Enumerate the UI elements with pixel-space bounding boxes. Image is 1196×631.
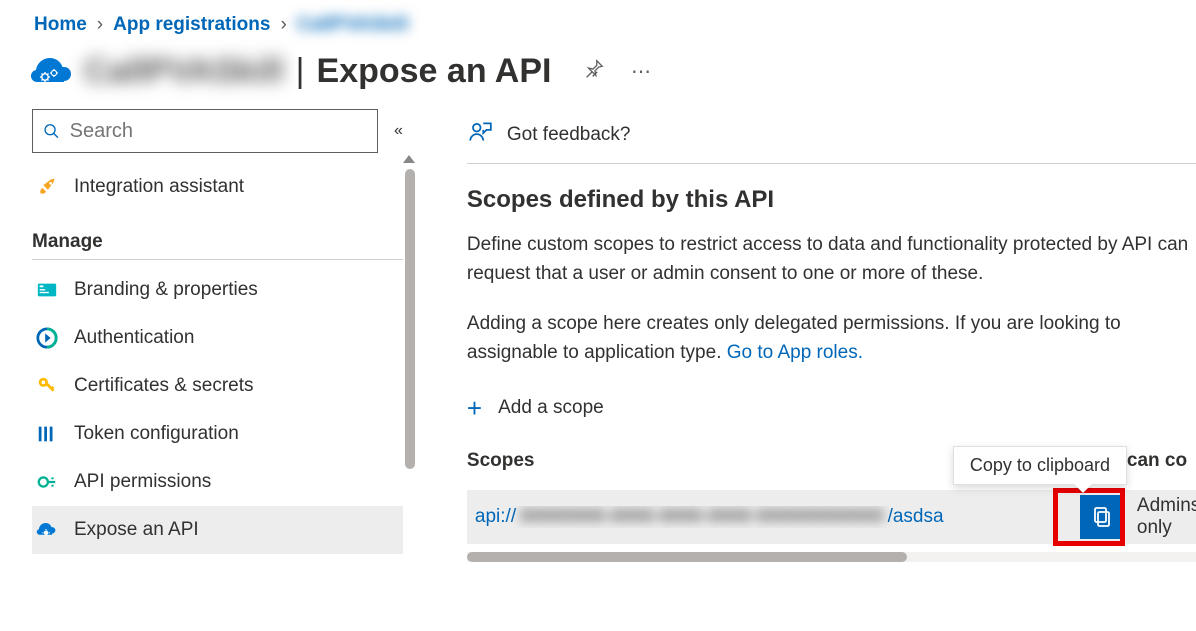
scope-uri-link[interactable]: api:// 00000000-0000-0000-0000-000000000… xyxy=(467,506,1067,528)
add-scope-button[interactable]: + Add a scope xyxy=(467,388,1196,428)
breadcrumb: Home › App registrations › CallPVASkill xyxy=(0,0,1196,44)
expose-api-icon xyxy=(36,519,58,541)
breadcrumb-home[interactable]: Home xyxy=(34,14,87,36)
api-permissions-icon xyxy=(36,471,58,493)
nav-integration-assistant[interactable]: Integration assistant xyxy=(32,163,403,211)
feedback-icon xyxy=(467,119,493,151)
scope-row[interactable]: api:// 00000000-0000-0000-0000-000000000… xyxy=(467,490,1196,544)
divider xyxy=(467,163,1196,164)
feedback-label: Got feedback? xyxy=(507,124,631,146)
scroll-up-arrow-icon[interactable] xyxy=(403,155,415,163)
copy-tooltip: Copy to clipboard xyxy=(953,446,1127,485)
sidebar: « Integration assistant Manage Branding … xyxy=(0,109,423,562)
title-separator: | xyxy=(292,52,309,91)
nav-token-config[interactable]: Token configuration xyxy=(32,410,403,458)
scopes-description-2: Adding a scope here creates only delegat… xyxy=(467,309,1196,368)
nav-authentication[interactable]: Authentication xyxy=(32,314,403,362)
sidebar-scrollbar[interactable] xyxy=(405,169,415,609)
add-scope-label: Add a scope xyxy=(498,397,604,419)
nav-label: Certificates & secrets xyxy=(74,375,254,397)
scrollbar-thumb[interactable] xyxy=(405,169,415,469)
nav-label: API permissions xyxy=(74,471,211,493)
key-icon xyxy=(36,375,58,397)
horizontal-scrollbar[interactable] xyxy=(467,552,1196,562)
uri-guid: 00000000-0000-0000-0000-000000000000 xyxy=(520,506,883,528)
chevron-right-icon: › xyxy=(97,14,103,36)
search-input[interactable] xyxy=(68,119,367,144)
nav-branding[interactable]: Branding & properties xyxy=(32,266,403,314)
nav-label: Token configuration xyxy=(74,423,239,445)
breadcrumb-current[interactable]: CallPVASkill xyxy=(297,14,409,36)
cloud-gear-icon xyxy=(30,57,70,87)
nav-label: Authentication xyxy=(74,327,194,349)
copy-icon xyxy=(1090,505,1114,529)
search-input-wrapper[interactable] xyxy=(32,109,378,153)
copy-to-clipboard-button[interactable] xyxy=(1080,495,1124,539)
manage-heading: Manage xyxy=(32,231,403,253)
chevron-right-icon: › xyxy=(280,14,286,36)
feedback-button[interactable]: Got feedback? xyxy=(467,115,1196,155)
more-icon[interactable]: ⋯ xyxy=(631,59,651,84)
branding-icon xyxy=(36,279,58,301)
nav-label: Branding & properties xyxy=(74,279,258,301)
collapse-sidebar-icon[interactable]: « xyxy=(394,122,403,140)
page-header: CallPVASkill | Expose an API xyxy=(0,44,1196,109)
main-content: Got feedback? Scopes defined by this API… xyxy=(423,109,1196,562)
authentication-icon xyxy=(36,327,58,349)
breadcrumb-app-registrations[interactable]: App registrations xyxy=(113,14,270,36)
scrollbar-thumb[interactable] xyxy=(467,552,907,562)
page-title: Expose an API xyxy=(317,52,552,91)
header-app-name: CallPVASkill xyxy=(84,52,284,91)
pin-icon[interactable] xyxy=(583,58,611,86)
nav-certificates[interactable]: Certificates & secrets xyxy=(32,362,403,410)
col-header-who-consent: can co xyxy=(1127,450,1196,472)
consent-value: Admins only xyxy=(1137,495,1196,539)
nav-label: Expose an API xyxy=(74,519,199,541)
nav-expose-api[interactable]: Expose an API xyxy=(32,506,403,554)
scopes-description-1: Define custom scopes to restrict access … xyxy=(467,230,1196,289)
nav-label: Integration assistant xyxy=(74,176,244,198)
app-roles-link[interactable]: Go to App roles. xyxy=(727,342,863,363)
rocket-icon xyxy=(36,176,58,198)
plus-icon: + xyxy=(467,395,482,421)
scopes-section-title: Scopes defined by this API xyxy=(467,186,1196,214)
divider xyxy=(32,259,403,260)
nav-api-permissions[interactable]: API permissions xyxy=(32,458,403,506)
token-icon xyxy=(36,423,58,445)
search-icon xyxy=(43,122,60,140)
uri-prefix: api:// xyxy=(475,506,516,528)
uri-suffix: /asdsa xyxy=(888,506,944,528)
